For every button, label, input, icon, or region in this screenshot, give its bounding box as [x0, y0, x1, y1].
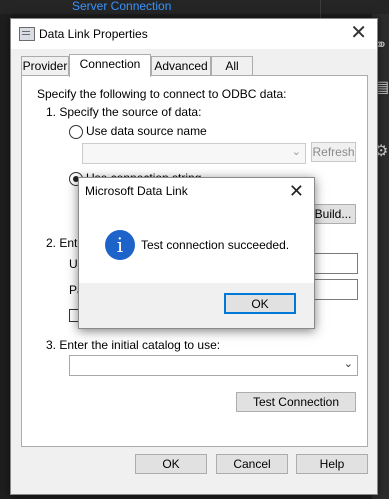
step1-label: 1. Specify the source of data:	[46, 105, 202, 119]
refresh-button[interactable]: Refresh	[311, 142, 356, 162]
tab-provider[interactable]: Provider	[21, 56, 69, 75]
message-box-close-button[interactable]: ✕	[289, 180, 304, 202]
use-dsn-label[interactable]: Use data source name	[86, 124, 207, 138]
cancel-button[interactable]: Cancel	[216, 454, 288, 474]
user-name-label: U	[69, 257, 78, 271]
ok-button[interactable]: OK	[135, 454, 207, 474]
use-dsn-radio[interactable]	[69, 125, 83, 139]
message-ok-button[interactable]: OK	[224, 293, 296, 314]
tab-connection[interactable]: Connection	[69, 54, 151, 77]
message-text: Test connection succeeded.	[141, 238, 290, 252]
message-box-title: Microsoft Data Link	[85, 184, 188, 198]
message-box-footer: OK	[79, 283, 314, 328]
message-box-titlebar[interactable]: Microsoft Data Link ✕	[79, 178, 314, 204]
help-button[interactable]: Help	[296, 454, 368, 474]
info-icon: i	[105, 230, 135, 260]
background-app-bar	[0, 0, 389, 14]
dsn-dropdown[interactable]: ⌄	[82, 143, 306, 164]
chevron-down-icon: ⌄	[343, 358, 353, 370]
dialog-title: Data Link Properties	[39, 27, 148, 41]
background-divider	[320, 0, 321, 18]
server-connection-link[interactable]: Server Connection	[72, 0, 171, 12]
chevron-down-icon: ⌄	[291, 146, 301, 158]
tab-all[interactable]: All	[211, 56, 253, 75]
data-link-icon	[19, 27, 35, 41]
step3-label: 3. Enter the initial catalog to use:	[46, 338, 221, 352]
dialog-close-button[interactable]: ✕	[350, 22, 367, 44]
tab-advanced[interactable]: Advanced	[151, 56, 211, 75]
dialog-titlebar[interactable]: Data Link Properties ✕	[11, 19, 377, 49]
test-result-message-box: Microsoft Data Link ✕ i Test connection …	[78, 177, 315, 329]
test-connection-button[interactable]: Test Connection	[236, 392, 356, 412]
initial-catalog-dropdown[interactable]: ⌄	[69, 355, 358, 376]
build-button[interactable]: Build...	[310, 204, 356, 224]
intro-text: Specify the following to connect to ODBC…	[37, 87, 287, 101]
